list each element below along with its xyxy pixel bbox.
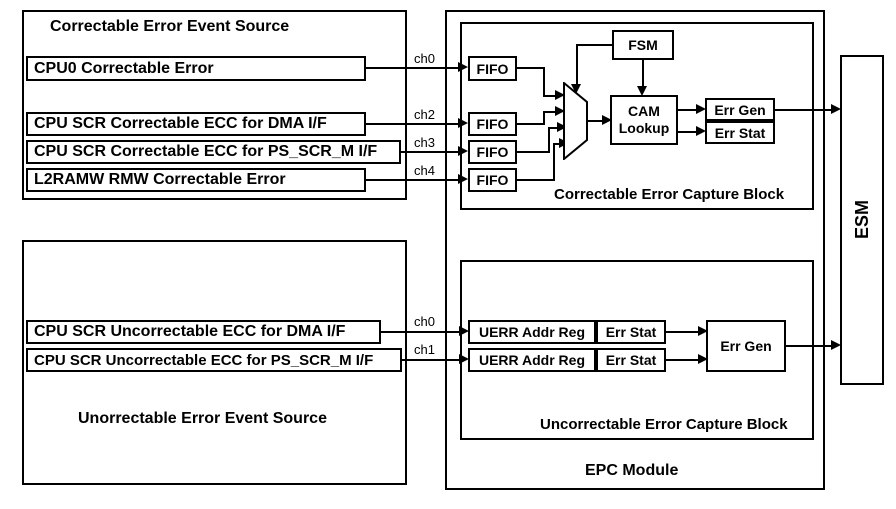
line <box>517 123 545 125</box>
source-label: CPU SCR Uncorrectable ECC for PS_SCR_M I… <box>34 352 373 369</box>
cam-lookup-label: CAM Lookup <box>619 103 670 137</box>
line <box>381 331 461 333</box>
cpu-scr-dma-row: CPU SCR Correctable ECC for DMA I/F <box>26 112 366 136</box>
fifo-2: FIFO <box>468 112 517 136</box>
line <box>576 44 612 46</box>
arrow-icon <box>458 62 468 72</box>
ch-label: ch0 <box>414 314 435 329</box>
ch-label: ch0 <box>414 51 435 66</box>
cpu-scr-psscrm-row: CPU SCR Correctable ECC for PS_SCR_M I/F <box>26 140 401 164</box>
line <box>517 179 555 181</box>
cpu-scr-uncorr-psscrm-row: CPU SCR Uncorrectable ECC for PS_SCR_M I… <box>26 348 402 372</box>
cpu0-correctable-row: CPU0 Correctable Error <box>26 56 366 81</box>
arrow-icon <box>571 84 581 94</box>
source-label: CPU SCR Correctable ECC for PS_SCR_M I/F <box>34 143 377 161</box>
line <box>786 345 833 347</box>
fifo-3: FIFO <box>468 140 517 164</box>
correctable-source-title: Correctable Error Event Source <box>50 18 289 36</box>
uncorrectable-capture-title: Uncorrectable Error Capture Block <box>540 416 788 433</box>
source-label: CPU SCR Uncorrectable ECC for DMA I/F <box>34 323 345 341</box>
uerr-addr-reg-1: UERR Addr Reg <box>468 348 596 372</box>
ch-label: ch3 <box>414 135 435 150</box>
arrow-icon <box>458 146 468 156</box>
line <box>366 67 460 69</box>
epc-module-title: EPC Module <box>585 462 678 480</box>
uncorr-err-gen-box: Err Gen <box>706 320 786 372</box>
arrow-icon <box>458 174 468 184</box>
ch-label: ch1 <box>414 342 435 357</box>
line <box>548 127 550 153</box>
uerr-err-stat-1: Err Stat <box>596 348 666 372</box>
arrow-icon <box>458 118 468 128</box>
line <box>678 109 698 111</box>
err-gen-box: Err Gen <box>705 98 775 121</box>
line <box>678 131 698 133</box>
esm-label: ESM <box>852 200 873 239</box>
uerr-err-stat-0: Err Stat <box>596 320 666 344</box>
line <box>775 109 833 111</box>
cam-lookup-box: CAM Lookup <box>610 95 678 145</box>
line <box>517 67 545 69</box>
fifo-4: FIFO <box>468 168 517 192</box>
ch-label: ch2 <box>414 107 435 122</box>
line <box>543 67 545 97</box>
line <box>402 359 461 361</box>
line <box>666 359 700 361</box>
line <box>642 60 644 88</box>
correctable-capture-title: Correctable Error Capture Block <box>554 186 784 203</box>
ch-label: ch4 <box>414 163 435 178</box>
line <box>666 331 700 333</box>
source-label: L2RAMW RMW Correctable Error <box>34 171 286 189</box>
l2ramw-rmw-row: L2RAMW RMW Correctable Error <box>26 168 366 192</box>
source-label: CPU SCR Correctable ECC for DMA I/F <box>34 115 327 133</box>
source-label: CPU0 Correctable Error <box>34 60 214 78</box>
line <box>553 143 555 181</box>
err-stat-box: Err Stat <box>705 121 775 144</box>
uncorrectable-source-title: Unorrectable Error Event Source <box>78 410 327 428</box>
line <box>401 151 460 153</box>
esm-box: ESM <box>840 55 884 385</box>
fifo-0: FIFO <box>468 56 517 81</box>
uerr-addr-reg-0: UERR Addr Reg <box>468 320 596 344</box>
cpu-scr-uncorr-dma-row: CPU SCR Uncorrectable ECC for DMA I/F <box>26 320 381 344</box>
line <box>366 123 460 125</box>
fsm-box: FSM <box>612 30 674 60</box>
line <box>517 151 550 153</box>
line <box>366 179 460 181</box>
line <box>576 44 578 86</box>
line <box>543 111 545 125</box>
